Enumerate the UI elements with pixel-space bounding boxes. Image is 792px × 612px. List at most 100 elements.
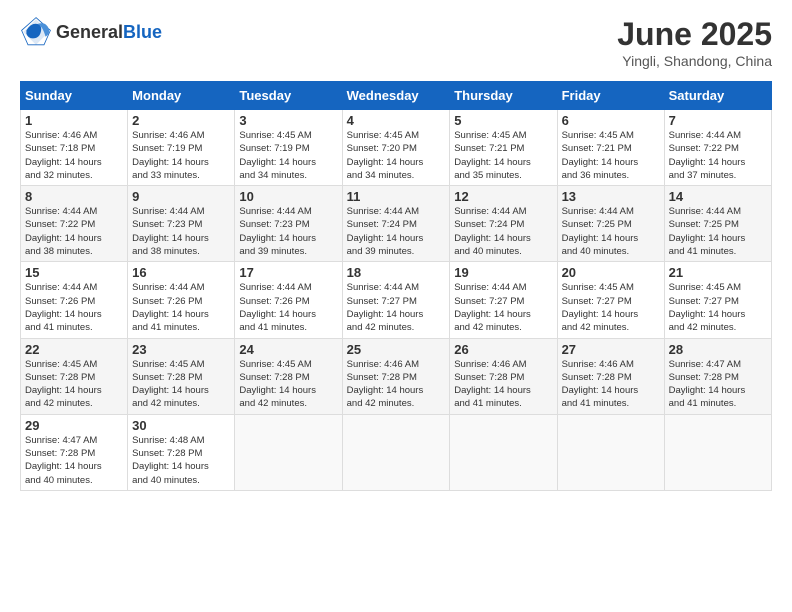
- title-area: June 2025 Yingli, Shandong, China: [617, 16, 772, 69]
- day-info: Sunrise: 4:47 AM Sunset: 7:28 PM Dayligh…: [669, 358, 767, 411]
- calendar-day-cell: 3Sunrise: 4:45 AM Sunset: 7:19 PM Daylig…: [235, 110, 342, 186]
- calendar-week-row: 1Sunrise: 4:46 AM Sunset: 7:18 PM Daylig…: [21, 110, 772, 186]
- calendar-header-row: Sunday Monday Tuesday Wednesday Thursday…: [21, 82, 772, 110]
- calendar-day-cell: 7Sunrise: 4:44 AM Sunset: 7:22 PM Daylig…: [664, 110, 771, 186]
- day-number: 1: [25, 113, 123, 128]
- calendar-week-row: 8Sunrise: 4:44 AM Sunset: 7:22 PM Daylig…: [21, 186, 772, 262]
- day-info: Sunrise: 4:44 AM Sunset: 7:27 PM Dayligh…: [454, 281, 552, 334]
- day-number: 8: [25, 189, 123, 204]
- header: General Blue June 2025 Yingli, Shandong,…: [20, 16, 772, 69]
- calendar-day-cell: 5Sunrise: 4:45 AM Sunset: 7:21 PM Daylig…: [450, 110, 557, 186]
- calendar-day-cell: 1Sunrise: 4:46 AM Sunset: 7:18 PM Daylig…: [21, 110, 128, 186]
- location: Yingli, Shandong, China: [617, 53, 772, 69]
- day-number: 22: [25, 342, 123, 357]
- calendar-day-cell: 22Sunrise: 4:45 AM Sunset: 7:28 PM Dayli…: [21, 338, 128, 414]
- calendar-day-cell: 27Sunrise: 4:46 AM Sunset: 7:28 PM Dayli…: [557, 338, 664, 414]
- calendar-week-row: 15Sunrise: 4:44 AM Sunset: 7:26 PM Dayli…: [21, 262, 772, 338]
- day-number: 11: [347, 189, 446, 204]
- logo-icon: [20, 16, 52, 48]
- day-number: 6: [562, 113, 660, 128]
- day-info: Sunrise: 4:44 AM Sunset: 7:23 PM Dayligh…: [239, 205, 337, 258]
- calendar-day-cell: 9Sunrise: 4:44 AM Sunset: 7:23 PM Daylig…: [128, 186, 235, 262]
- day-info: Sunrise: 4:46 AM Sunset: 7:19 PM Dayligh…: [132, 129, 230, 182]
- logo: General Blue: [20, 16, 162, 48]
- day-number: 23: [132, 342, 230, 357]
- calendar-day-cell: 23Sunrise: 4:45 AM Sunset: 7:28 PM Dayli…: [128, 338, 235, 414]
- day-number: 26: [454, 342, 552, 357]
- calendar-day-cell: 15Sunrise: 4:44 AM Sunset: 7:26 PM Dayli…: [21, 262, 128, 338]
- col-wednesday: Wednesday: [342, 82, 450, 110]
- day-info: Sunrise: 4:45 AM Sunset: 7:28 PM Dayligh…: [239, 358, 337, 411]
- month-title: June 2025: [617, 16, 772, 53]
- calendar-table: Sunday Monday Tuesday Wednesday Thursday…: [20, 81, 772, 491]
- day-info: Sunrise: 4:47 AM Sunset: 7:28 PM Dayligh…: [25, 434, 123, 487]
- calendar-day-cell: 13Sunrise: 4:44 AM Sunset: 7:25 PM Dayli…: [557, 186, 664, 262]
- day-number: 13: [562, 189, 660, 204]
- calendar-day-cell: 30Sunrise: 4:48 AM Sunset: 7:28 PM Dayli…: [128, 414, 235, 490]
- calendar-day-cell: 12Sunrise: 4:44 AM Sunset: 7:24 PM Dayli…: [450, 186, 557, 262]
- col-monday: Monday: [128, 82, 235, 110]
- calendar-day-cell: 14Sunrise: 4:44 AM Sunset: 7:25 PM Dayli…: [664, 186, 771, 262]
- day-number: 29: [25, 418, 123, 433]
- calendar-day-cell: 4Sunrise: 4:45 AM Sunset: 7:20 PM Daylig…: [342, 110, 450, 186]
- calendar-day-cell: 8Sunrise: 4:44 AM Sunset: 7:22 PM Daylig…: [21, 186, 128, 262]
- day-number: 18: [347, 265, 446, 280]
- day-info: Sunrise: 4:45 AM Sunset: 7:28 PM Dayligh…: [132, 358, 230, 411]
- day-info: Sunrise: 4:45 AM Sunset: 7:19 PM Dayligh…: [239, 129, 337, 182]
- day-info: Sunrise: 4:45 AM Sunset: 7:28 PM Dayligh…: [25, 358, 123, 411]
- col-friday: Friday: [557, 82, 664, 110]
- day-number: 9: [132, 189, 230, 204]
- day-info: Sunrise: 4:44 AM Sunset: 7:24 PM Dayligh…: [347, 205, 446, 258]
- day-number: 21: [669, 265, 767, 280]
- calendar-day-cell: 26Sunrise: 4:46 AM Sunset: 7:28 PM Dayli…: [450, 338, 557, 414]
- day-info: Sunrise: 4:46 AM Sunset: 7:28 PM Dayligh…: [347, 358, 446, 411]
- day-number: 28: [669, 342, 767, 357]
- day-info: Sunrise: 4:45 AM Sunset: 7:21 PM Dayligh…: [562, 129, 660, 182]
- calendar-week-row: 22Sunrise: 4:45 AM Sunset: 7:28 PM Dayli…: [21, 338, 772, 414]
- calendar-day-cell: 6Sunrise: 4:45 AM Sunset: 7:21 PM Daylig…: [557, 110, 664, 186]
- day-info: Sunrise: 4:44 AM Sunset: 7:26 PM Dayligh…: [239, 281, 337, 334]
- logo-text: General Blue: [56, 22, 162, 43]
- day-number: 24: [239, 342, 337, 357]
- main-container: General Blue June 2025 Yingli, Shandong,…: [0, 0, 792, 501]
- day-number: 4: [347, 113, 446, 128]
- col-saturday: Saturday: [664, 82, 771, 110]
- day-number: 15: [25, 265, 123, 280]
- calendar-day-cell: [235, 414, 342, 490]
- calendar-day-cell: 29Sunrise: 4:47 AM Sunset: 7:28 PM Dayli…: [21, 414, 128, 490]
- day-number: 16: [132, 265, 230, 280]
- calendar-day-cell: 20Sunrise: 4:45 AM Sunset: 7:27 PM Dayli…: [557, 262, 664, 338]
- day-info: Sunrise: 4:44 AM Sunset: 7:22 PM Dayligh…: [25, 205, 123, 258]
- day-info: Sunrise: 4:44 AM Sunset: 7:24 PM Dayligh…: [454, 205, 552, 258]
- calendar-day-cell: 21Sunrise: 4:45 AM Sunset: 7:27 PM Dayli…: [664, 262, 771, 338]
- day-number: 3: [239, 113, 337, 128]
- day-info: Sunrise: 4:44 AM Sunset: 7:25 PM Dayligh…: [669, 205, 767, 258]
- day-info: Sunrise: 4:44 AM Sunset: 7:23 PM Dayligh…: [132, 205, 230, 258]
- calendar-day-cell: 24Sunrise: 4:45 AM Sunset: 7:28 PM Dayli…: [235, 338, 342, 414]
- day-info: Sunrise: 4:44 AM Sunset: 7:22 PM Dayligh…: [669, 129, 767, 182]
- day-info: Sunrise: 4:46 AM Sunset: 7:28 PM Dayligh…: [562, 358, 660, 411]
- calendar-day-cell: 25Sunrise: 4:46 AM Sunset: 7:28 PM Dayli…: [342, 338, 450, 414]
- calendar-day-cell: [557, 414, 664, 490]
- col-sunday: Sunday: [21, 82, 128, 110]
- calendar-day-cell: 19Sunrise: 4:44 AM Sunset: 7:27 PM Dayli…: [450, 262, 557, 338]
- day-number: 19: [454, 265, 552, 280]
- logo-general: General: [56, 22, 123, 43]
- day-number: 5: [454, 113, 552, 128]
- day-number: 27: [562, 342, 660, 357]
- day-info: Sunrise: 4:45 AM Sunset: 7:27 PM Dayligh…: [562, 281, 660, 334]
- col-tuesday: Tuesday: [235, 82, 342, 110]
- calendar-day-cell: [450, 414, 557, 490]
- calendar-day-cell: 11Sunrise: 4:44 AM Sunset: 7:24 PM Dayli…: [342, 186, 450, 262]
- day-info: Sunrise: 4:46 AM Sunset: 7:18 PM Dayligh…: [25, 129, 123, 182]
- day-info: Sunrise: 4:48 AM Sunset: 7:28 PM Dayligh…: [132, 434, 230, 487]
- day-number: 10: [239, 189, 337, 204]
- calendar-day-cell: [664, 414, 771, 490]
- day-info: Sunrise: 4:44 AM Sunset: 7:26 PM Dayligh…: [25, 281, 123, 334]
- logo-blue: Blue: [123, 22, 162, 43]
- calendar-day-cell: 16Sunrise: 4:44 AM Sunset: 7:26 PM Dayli…: [128, 262, 235, 338]
- day-info: Sunrise: 4:46 AM Sunset: 7:28 PM Dayligh…: [454, 358, 552, 411]
- day-info: Sunrise: 4:45 AM Sunset: 7:27 PM Dayligh…: [669, 281, 767, 334]
- calendar-week-row: 29Sunrise: 4:47 AM Sunset: 7:28 PM Dayli…: [21, 414, 772, 490]
- calendar-day-cell: 28Sunrise: 4:47 AM Sunset: 7:28 PM Dayli…: [664, 338, 771, 414]
